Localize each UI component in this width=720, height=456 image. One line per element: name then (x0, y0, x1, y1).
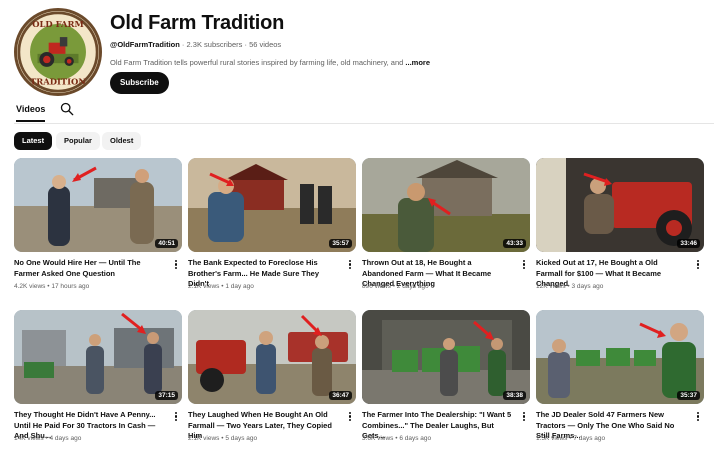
search-icon[interactable] (60, 102, 74, 116)
video-meta: 3.6K views • 6 days ago (362, 435, 432, 442)
video-thumbnail[interactable]: 36:47 (188, 310, 356, 404)
video-thumbnail[interactable]: 38:38 (362, 310, 530, 404)
channel-avatar[interactable]: OLD FARM TRADITION (14, 8, 102, 96)
more-options-icon[interactable] (172, 258, 180, 272)
video-meta: 890 views • 2 days ago (362, 283, 429, 290)
video-duration: 33:46 (677, 239, 700, 248)
thumbnail-image (536, 158, 704, 252)
more-options-icon[interactable] (694, 410, 702, 424)
video-card[interactable]: 43:33 Thrown Out at 18, He Bought a Aban… (362, 158, 530, 290)
video-duration: 36:47 (329, 391, 352, 400)
video-card[interactable]: 38:38 The Farmer Into The Dealership: "I… (362, 310, 530, 442)
thumbnail-image (362, 158, 530, 252)
upload-age: 3 days ago (571, 283, 604, 290)
thumbnail-image (14, 158, 182, 252)
farm-logo-icon: OLD FARM TRADITION (17, 11, 99, 93)
video-meta: 14K views • 4 days ago (14, 435, 82, 442)
video-duration: 38:38 (503, 391, 526, 400)
thumbnail-image (188, 310, 356, 404)
view-count: 890 views (362, 283, 391, 290)
view-count: 1.5K views (536, 435, 568, 442)
upload-age: 2 days ago (396, 283, 429, 290)
upload-age: 17 hours ago (51, 283, 90, 290)
view-count: 14K views (14, 435, 44, 442)
view-count: 12K views (536, 283, 566, 290)
video-duration: 35:57 (329, 239, 352, 248)
video-thumbnail[interactable]: 35:37 (536, 310, 704, 404)
video-duration: 37:15 (155, 391, 178, 400)
thumbnail-image (362, 310, 530, 404)
video-card[interactable]: 36:47 They Laughed When He Bought An Old… (188, 310, 356, 442)
video-thumbnail[interactable]: 35:57 (188, 158, 356, 252)
tab-videos[interactable]: Videos (16, 104, 46, 122)
video-duration: 40:51 (155, 239, 178, 248)
description-text: Old Farm Tradition tells powerful rural … (110, 58, 404, 67)
upload-age: 6 days ago (399, 435, 432, 442)
svg-text:OLD FARM: OLD FARM (32, 19, 84, 29)
video-count: 56 videos (249, 40, 282, 49)
thumbnail-image (188, 158, 356, 252)
view-count: 2.1K views (188, 283, 220, 290)
video-card[interactable]: 35:57 The Bank Expected to Foreclose His… (188, 158, 356, 290)
video-card[interactable]: 33:46 Kicked Out at 17, He Bought a Old … (536, 158, 704, 290)
video-thumbnail[interactable]: 37:15 (14, 310, 182, 404)
subscribe-button[interactable]: Subscribe (110, 72, 169, 94)
video-duration: 35:37 (677, 391, 700, 400)
video-meta: 4.2K views • 17 hours ago (14, 283, 90, 290)
more-options-icon[interactable] (694, 258, 702, 272)
upload-age: 1 day ago (225, 283, 254, 290)
video-title[interactable]: No One Would Hire Her — Until The Farmer… (14, 258, 164, 279)
more-options-icon[interactable] (520, 410, 528, 424)
channel-tabs: Videos (14, 100, 714, 124)
upload-age: 5 days ago (225, 435, 258, 442)
channel-header: OLD FARM TRADITION Old Farm Tradition @O… (14, 8, 714, 98)
channel-name: Old Farm Tradition (110, 12, 285, 34)
video-thumbnail[interactable]: 33:46 (536, 158, 704, 252)
upload-age: 7 days ago (573, 435, 606, 442)
video-meta: 1.5K views • 7 days ago (536, 435, 606, 442)
more-options-icon[interactable] (520, 258, 528, 272)
upload-age: 4 days ago (49, 435, 82, 442)
svg-text:TRADITION: TRADITION (30, 77, 86, 87)
thumbnail-image (14, 310, 182, 404)
video-thumbnail[interactable]: 43:33 (362, 158, 530, 252)
more-link[interactable]: ...more (405, 58, 430, 67)
chip-popular[interactable]: Popular (56, 132, 100, 150)
view-count: 2.1K views (188, 435, 220, 442)
video-meta: 2.1K views • 5 days ago (188, 435, 258, 442)
video-meta: 12K views • 3 days ago (536, 283, 604, 290)
channel-meta: @OldFarmTradition · 2.3K subscribers · 5… (110, 40, 281, 49)
more-options-icon[interactable] (346, 410, 354, 424)
view-count: 4.2K views (14, 283, 46, 290)
channel-handle: @OldFarmTradition (110, 40, 180, 49)
subscriber-count: 2.3K subscribers (186, 40, 243, 49)
chip-oldest[interactable]: Oldest (102, 132, 142, 150)
video-card[interactable]: 37:15 They Thought He Didn't Have A Penn… (14, 310, 182, 442)
video-card[interactable]: 35:37 The JD Dealer Sold 47 Farmers New … (536, 310, 704, 442)
chip-latest[interactable]: Latest (14, 132, 53, 150)
video-duration: 43:33 (503, 239, 526, 248)
view-count: 3.6K views (362, 435, 394, 442)
channel-description[interactable]: Old Farm Tradition tells powerful rural … (110, 58, 430, 67)
thumbnail-image (536, 310, 704, 404)
video-meta: 2.1K views • 1 day ago (188, 283, 254, 290)
more-options-icon[interactable] (172, 410, 180, 424)
more-options-icon[interactable] (346, 258, 354, 272)
video-thumbnail[interactable]: 40:51 (14, 158, 182, 252)
video-card[interactable]: 40:51 No One Would Hire Her — Until The … (14, 158, 182, 290)
